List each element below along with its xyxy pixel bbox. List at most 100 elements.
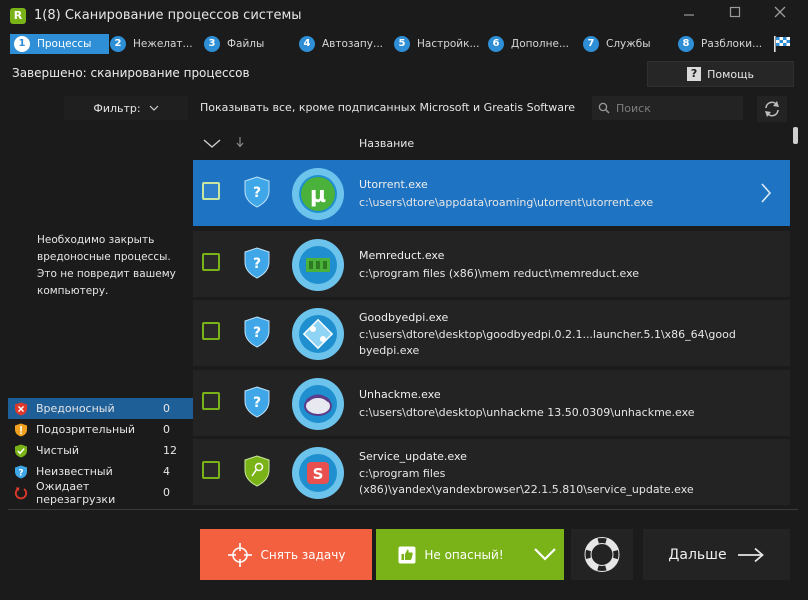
thumbs-up-icon bbox=[398, 546, 416, 563]
process-row[interactable]: S Service_update.exe c:\program files (x… bbox=[193, 439, 790, 505]
step-tab-autorun[interactable]: 4 Автозапу... bbox=[299, 34, 383, 54]
legend: Вредоносный 0 Подозрительный 0 Чистый 12… bbox=[8, 398, 193, 506]
legend-item-pending-reboot[interactable]: Ожидает перезагрузки 0 bbox=[8, 479, 193, 506]
minimize-button[interactable] bbox=[678, 4, 700, 24]
legend-label: Ожидает перезагрузки bbox=[36, 479, 116, 506]
refresh-button[interactable] bbox=[757, 96, 787, 122]
unhackme-icon bbox=[292, 378, 344, 430]
legend-count: 0 bbox=[163, 402, 170, 415]
support-button[interactable] bbox=[571, 529, 633, 580]
arrow-right-icon bbox=[737, 547, 764, 562]
finish-flag-icon[interactable] bbox=[773, 35, 791, 53]
utorrent-icon: µ bbox=[292, 168, 344, 220]
step-label: Разблоки... bbox=[701, 38, 763, 50]
next-label: Дальше bbox=[668, 546, 727, 563]
maximize-button[interactable] bbox=[724, 4, 746, 24]
unknown-shield-icon: ? bbox=[244, 316, 270, 348]
unknown-shield-icon: ? bbox=[244, 176, 270, 208]
process-name: Memreduct.exe bbox=[359, 249, 445, 262]
malicious-icon bbox=[15, 402, 27, 415]
search-input[interactable] bbox=[616, 100, 736, 116]
chevron-right-icon[interactable] bbox=[759, 182, 773, 204]
unknown-icon: ? bbox=[15, 465, 27, 478]
list-scrollbar[interactable] bbox=[793, 127, 798, 144]
process-checkbox[interactable] bbox=[202, 253, 220, 271]
process-path: c:\users\dtore\desktop\goodbyedpi.0.2.1.… bbox=[359, 328, 736, 357]
step-label: Нежелат... bbox=[133, 38, 193, 50]
search-icon bbox=[598, 102, 610, 114]
divider bbox=[8, 509, 798, 510]
step-tab-files[interactable]: 3 Файлы bbox=[204, 34, 264, 54]
step-number: 7 bbox=[583, 36, 599, 52]
window-title: 1(8) Сканирование процессов системы bbox=[34, 8, 302, 23]
process-path: c:\users\dtore\appdata\roaming\utorrent\… bbox=[359, 196, 654, 209]
close-button[interactable] bbox=[769, 4, 791, 24]
help-button[interactable]: ? Помощь bbox=[647, 61, 794, 87]
process-row[interactable]: ? µ Utorrent.exe c:\users\dtore\appdata\… bbox=[193, 160, 790, 226]
select-all-chevron-icon[interactable] bbox=[202, 136, 222, 150]
step-number: 1 bbox=[14, 36, 30, 52]
process-checkbox[interactable] bbox=[202, 392, 220, 410]
scan-status: Завершено: сканирование процессов bbox=[12, 66, 250, 80]
legend-item-malicious[interactable]: Вредоносный 0 bbox=[8, 398, 193, 419]
process-checkbox[interactable] bbox=[202, 461, 220, 479]
step-tabs: 1 Процессы 2 Нежелат... 3 Файлы 4 Автоза… bbox=[0, 32, 808, 56]
legend-count: 0 bbox=[163, 423, 170, 436]
kill-task-button[interactable]: Снять задачу bbox=[200, 529, 372, 580]
step-tab-unwanted[interactable]: 2 Нежелат... bbox=[110, 34, 193, 54]
next-button[interactable]: Дальше bbox=[643, 529, 790, 580]
process-row[interactable]: ? Goodbyedpi.exe c:\users\dtore\desktop\… bbox=[193, 300, 790, 366]
legend-item-suspicious[interactable]: Подозрительный 0 bbox=[8, 419, 193, 440]
step-number: 6 bbox=[488, 36, 504, 52]
filter-description: Показывать все, кроме подписанных Micros… bbox=[200, 101, 576, 114]
sort-arrow-icon[interactable] bbox=[235, 136, 245, 148]
filter-dropdown[interactable]: Фильтр: bbox=[64, 96, 188, 120]
step-label: Настройк... bbox=[417, 38, 480, 50]
filter-label: Фильтр: bbox=[93, 101, 141, 115]
process-name: Unhackme.exe bbox=[359, 388, 441, 401]
process-checkbox[interactable] bbox=[202, 182, 220, 200]
step-tab-processes[interactable]: 1 Процессы bbox=[10, 34, 109, 54]
goodbyedpi-icon bbox=[292, 308, 344, 360]
step-tab-services[interactable]: 7 Службы bbox=[583, 34, 650, 54]
mark-safe-main[interactable]: Не опасный! bbox=[376, 529, 526, 580]
svg-text:?: ? bbox=[253, 256, 261, 272]
step-tab-unlock[interactable]: 8 Разблоки... bbox=[678, 34, 762, 54]
process-checkbox[interactable] bbox=[202, 322, 220, 340]
column-header-name[interactable]: Название bbox=[359, 137, 414, 150]
legend-label: Чистый bbox=[36, 444, 79, 457]
process-name: Goodbyedpi.exe bbox=[359, 311, 449, 324]
svg-text:?: ? bbox=[253, 395, 261, 411]
step-label: Автозапу... bbox=[322, 38, 384, 50]
memreduct-icon bbox=[292, 239, 344, 291]
step-number: 2 bbox=[110, 36, 126, 52]
process-row[interactable]: ? Unhackme.exe c:\users\dtore\desktop\un… bbox=[193, 370, 790, 436]
legend-item-clean[interactable]: Чистый 12 bbox=[8, 440, 193, 461]
svg-text:?: ? bbox=[253, 185, 261, 201]
step-number: 3 bbox=[204, 36, 220, 52]
step-number: 5 bbox=[394, 36, 410, 52]
app-logo: R bbox=[10, 8, 26, 24]
step-tab-additional[interactable]: 6 Дополне... bbox=[488, 34, 569, 54]
reboot-icon bbox=[14, 487, 28, 499]
chevron-down-icon bbox=[149, 105, 159, 111]
yandex-service-update-icon: S bbox=[292, 447, 344, 499]
process-row[interactable]: ? Memreduct.exe c:\program files (x86)\m… bbox=[193, 231, 790, 297]
svg-text:?: ? bbox=[18, 468, 23, 478]
mark-safe-dropdown[interactable] bbox=[526, 529, 564, 580]
unknown-shield-icon: ? bbox=[244, 247, 270, 279]
process-path: c:\users\dtore\desktop\unhackme 13.50.03… bbox=[359, 406, 695, 419]
mark-safe-button[interactable]: Не опасный! bbox=[376, 529, 564, 580]
process-path: c:\program files (x86)\mem reduct\memred… bbox=[359, 267, 640, 280]
svg-text:S: S bbox=[313, 465, 324, 483]
process-name: Service_update.exe bbox=[359, 450, 467, 463]
help-icon: ? bbox=[687, 67, 702, 81]
clean-icon bbox=[15, 444, 27, 457]
step-tab-settings[interactable]: 5 Настройк... bbox=[394, 34, 480, 54]
process-name: Utorrent.exe bbox=[359, 178, 428, 191]
help-label: Помощь bbox=[707, 67, 754, 81]
crosshair-icon bbox=[227, 542, 252, 567]
suspicious-icon bbox=[15, 423, 27, 436]
legend-count: 4 bbox=[163, 465, 170, 478]
step-label: Службы bbox=[606, 38, 651, 50]
